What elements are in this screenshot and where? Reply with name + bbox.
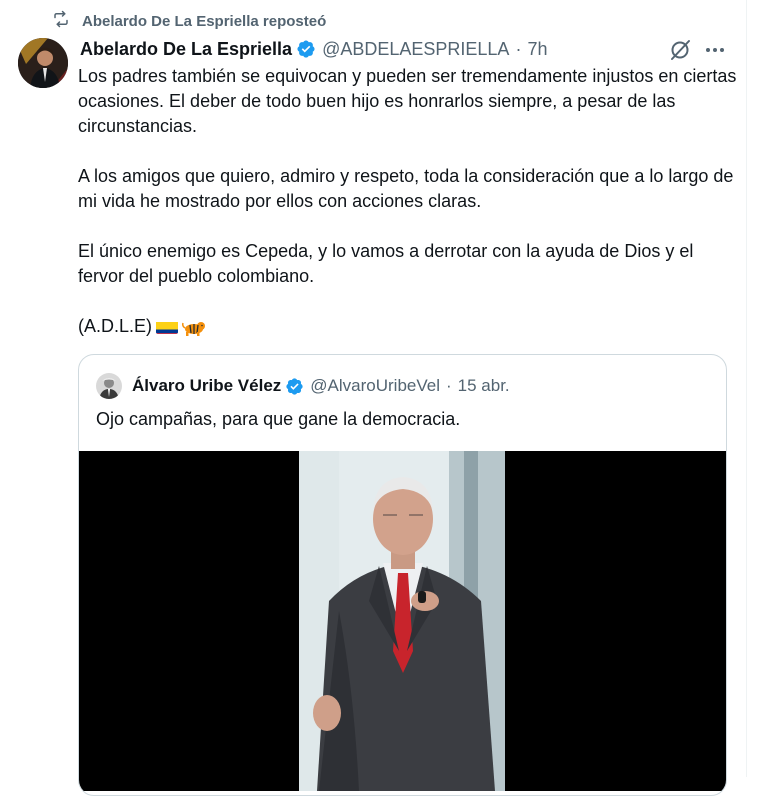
quoted-post-date[interactable]: 15 abr. xyxy=(458,376,510,396)
post-page: Abelardo De La Espriella reposteó Abelar… xyxy=(0,0,782,796)
meta-separator: · xyxy=(445,376,452,395)
more-options-button[interactable] xyxy=(703,39,727,61)
quoted-author-name[interactable]: Álvaro Uribe Vélez xyxy=(132,376,281,396)
tweet-paragraph: El único enemigo es Cepeda, y lo vamos a… xyxy=(78,241,694,286)
colombia-flag-icon xyxy=(156,319,179,334)
quoted-post[interactable]: Álvaro Uribe Vélez @AlvaroUribeVel · 15 … xyxy=(78,354,727,796)
author-handle[interactable]: @ABDELAESPRIELLA xyxy=(322,39,509,60)
column-divider xyxy=(746,0,747,777)
repost-icon xyxy=(52,10,70,32)
tiger-icon xyxy=(182,318,206,336)
tweet-header: Abelardo De La Espriella @ABDELAESPRIELL… xyxy=(80,36,547,62)
quoted-video-player[interactable] xyxy=(79,451,726,791)
video-thumbnail[interactable] xyxy=(299,451,505,791)
tweet-paragraph: A los amigos que quiero, admiro y respet… xyxy=(78,166,734,211)
tweet-signature: (A.D.L.E) xyxy=(78,316,153,336)
quoted-author-handle[interactable]: @AlvaroUribeVel xyxy=(310,376,440,396)
repost-indicator[interactable]: Abelardo De La Espriella reposteó xyxy=(52,10,326,32)
repost-label: Abelardo De La Espriella reposteó xyxy=(82,12,327,30)
quoted-text: Ojo campañas, para que gane la democraci… xyxy=(96,409,461,429)
post-time[interactable]: 7h xyxy=(527,39,547,60)
tweet-text: Los padres también se equivocan y pueden… xyxy=(78,64,738,339)
quoted-header: Álvaro Uribe Vélez @AlvaroUribeVel · 15 … xyxy=(96,373,510,399)
more-icon xyxy=(703,48,727,65)
verified-badge-icon xyxy=(296,39,316,59)
quoted-author-avatar[interactable] xyxy=(96,373,122,399)
author-name[interactable]: Abelardo De La Espriella xyxy=(80,39,292,60)
verified-badge-icon xyxy=(285,377,304,396)
grok-button[interactable] xyxy=(668,38,692,62)
tweet-paragraph: Los padres también se equivocan y pueden… xyxy=(78,66,737,136)
tweet-signature-line: (A.D.L.E) xyxy=(78,314,738,339)
author-avatar[interactable] xyxy=(18,38,68,88)
meta-separator: · xyxy=(515,38,522,59)
